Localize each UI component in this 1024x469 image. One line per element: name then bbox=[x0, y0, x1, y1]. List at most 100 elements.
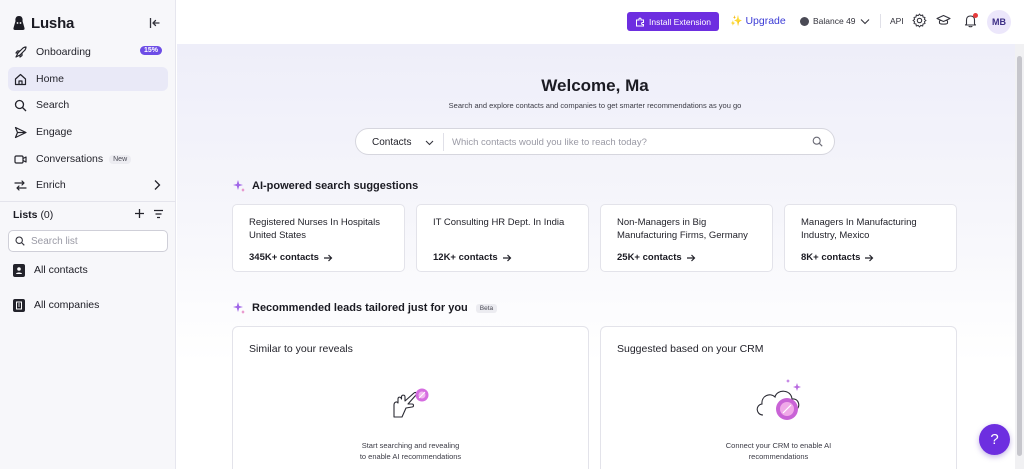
new-badge: New bbox=[109, 154, 132, 164]
sidebar-item-label: Search bbox=[36, 99, 70, 111]
suggestion-count-label: 12K+ contacts bbox=[433, 252, 498, 263]
suggestion-title: Non-Managers in Big Manufacturing Firms,… bbox=[617, 217, 748, 241]
scrollbar-thumb[interactable] bbox=[1017, 56, 1022, 456]
sidebar-item-label: Onboarding bbox=[36, 46, 91, 58]
sidebar-item-engage[interactable]: Engage bbox=[8, 120, 168, 144]
filter-icon[interactable] bbox=[153, 209, 164, 219]
arrow-right-icon bbox=[865, 254, 874, 261]
lists-count: (0) bbox=[40, 209, 54, 221]
lead-card-reveals: Similar to your reveals Start searching … bbox=[232, 326, 589, 469]
upgrade-link[interactable]: ✨ Upgrade bbox=[730, 15, 786, 27]
ai-sparkle-icon bbox=[233, 302, 245, 314]
lead-card-title: Suggested based on your CRM bbox=[617, 343, 764, 355]
search-divider bbox=[443, 133, 444, 151]
arrow-right-icon bbox=[502, 254, 512, 261]
suggestion-count: 25K+ contacts bbox=[617, 252, 756, 263]
rocket-icon bbox=[14, 45, 27, 59]
suggestion-card[interactable]: Registered Nurses In Hospitals United St… bbox=[232, 204, 405, 272]
scrollbar[interactable] bbox=[1015, 44, 1024, 469]
home-icon bbox=[14, 73, 27, 86]
avatar[interactable]: MB bbox=[987, 10, 1011, 34]
suggestions-title: AI-powered search suggestions bbox=[252, 180, 419, 192]
suggestion-card[interactable]: Managers In Manufacturing Industry, Mexi… bbox=[784, 204, 957, 272]
suggestion-title: Managers In Manufacturing Industry, Mexi… bbox=[801, 217, 917, 241]
search-icon bbox=[14, 99, 27, 112]
lead-card-text-line: recommendations bbox=[748, 452, 809, 461]
suggestion-count-label: 25K+ contacts bbox=[617, 252, 682, 263]
notification-dot bbox=[973, 13, 978, 18]
leads-section-title: Recommended leads tailored just for you … bbox=[232, 301, 498, 315]
upgrade-label: Upgrade bbox=[745, 15, 786, 27]
search-list-input[interactable] bbox=[31, 235, 151, 247]
sidebar-item-onboarding[interactable]: Onboarding 15% bbox=[8, 40, 168, 64]
sidebar-item-enrich[interactable]: Enrich bbox=[8, 173, 168, 197]
list-item-label: All companies bbox=[34, 299, 100, 311]
lead-card-title: Similar to your reveals bbox=[249, 343, 353, 355]
balance-dropdown[interactable]: Balance 49 bbox=[800, 16, 870, 26]
suggestions-section-title: AI-powered search suggestions bbox=[232, 179, 418, 193]
suggestion-count: 8K+ contacts bbox=[801, 252, 940, 263]
help-button[interactable]: ? bbox=[979, 424, 1010, 455]
gear-icon[interactable] bbox=[912, 13, 927, 28]
collapse-sidebar-icon[interactable] bbox=[148, 16, 162, 30]
page-subtitle: Search and explore contacts and companie… bbox=[448, 101, 742, 110]
sidebar-item-conversations[interactable]: Conversations New bbox=[8, 147, 168, 171]
chevron-down-icon bbox=[426, 140, 434, 145]
sidebar-item-label: Conversations bbox=[36, 153, 104, 165]
search-icon bbox=[15, 236, 25, 246]
topbar-divider bbox=[880, 14, 881, 28]
list-item-label: All contacts bbox=[34, 264, 88, 276]
lead-card-text: Connect your CRM to enable AI recommenda… bbox=[601, 440, 956, 462]
brand-name: Lusha bbox=[31, 14, 75, 32]
list-item-all-companies[interactable]: All companies bbox=[13, 297, 99, 313]
notifications-button[interactable] bbox=[963, 13, 978, 28]
suggestion-count: 345K+ contacts bbox=[249, 252, 388, 263]
add-list-icon[interactable] bbox=[134, 208, 145, 219]
companies-list-icon bbox=[13, 298, 25, 312]
leads-title: Recommended leads tailored just for you bbox=[252, 302, 468, 314]
brand-logo[interactable]: Lusha bbox=[12, 14, 74, 32]
send-icon bbox=[14, 126, 27, 139]
search-list-field[interactable] bbox=[8, 230, 168, 252]
search-type-select[interactable]: Contacts bbox=[372, 137, 434, 148]
chevron-down-icon bbox=[860, 18, 869, 24]
suggestion-count-label: 345K+ contacts bbox=[249, 252, 319, 263]
main-search-input[interactable] bbox=[452, 134, 792, 150]
credits-icon bbox=[800, 16, 809, 26]
contacts-list-icon bbox=[13, 263, 25, 277]
main-search-bar: Contacts bbox=[355, 128, 835, 155]
suggestion-card[interactable]: Non-Managers in Big Manufacturing Firms,… bbox=[600, 204, 773, 272]
lead-card-text-line: Connect your CRM to enable AI bbox=[725, 441, 832, 450]
sidebar-item-home[interactable]: Home bbox=[8, 67, 168, 91]
sidebar-item-label: Engage bbox=[36, 126, 73, 138]
sidebar-item-label: Enrich bbox=[36, 179, 66, 191]
sidebar-divider bbox=[0, 201, 176, 202]
suggestion-title: Registered Nurses In Hospitals United St… bbox=[249, 217, 380, 241]
lists-label: Lists bbox=[13, 209, 38, 221]
lead-card-text-line: to enable AI recommendations bbox=[359, 452, 462, 461]
lead-card-text: Start searching and revealing to enable … bbox=[233, 440, 588, 462]
graduation-cap-icon[interactable] bbox=[936, 13, 951, 28]
sidebar-item-label: Home bbox=[36, 73, 65, 85]
install-extension-button[interactable]: Install Extension bbox=[627, 12, 719, 31]
search-icon[interactable] bbox=[812, 136, 823, 147]
sidebar: Lusha Onboarding 15% Home Search Engage … bbox=[0, 0, 176, 469]
suggestion-count-label: 8K+ contacts bbox=[801, 252, 861, 263]
cloud-crm-illustration-icon bbox=[756, 379, 801, 420]
beta-badge: Beta bbox=[475, 303, 498, 313]
sparkle-icon: ✨ bbox=[730, 15, 743, 27]
lead-card-crm: Suggested based on your CRM Connect your… bbox=[600, 326, 957, 469]
arrow-right-icon bbox=[323, 254, 333, 261]
suggestion-card[interactable]: IT Consulting HR Dept. In India 12K+ con… bbox=[416, 204, 589, 272]
suggestion-count: 12K+ contacts bbox=[433, 252, 572, 263]
sidebar-item-search[interactable]: Search bbox=[8, 93, 168, 117]
suggestion-title: IT Consulting HR Dept. In India bbox=[433, 217, 565, 228]
progress-badge: 15% bbox=[139, 46, 162, 55]
puzzle-icon bbox=[636, 17, 645, 26]
arrow-right-icon bbox=[686, 254, 696, 261]
api-link[interactable]: API bbox=[890, 16, 904, 26]
ai-sparkle-icon bbox=[233, 180, 245, 192]
search-type-label: Contacts bbox=[372, 137, 412, 148]
lusha-logo-icon bbox=[13, 16, 25, 30]
list-item-all-contacts[interactable]: All contacts bbox=[13, 262, 88, 278]
